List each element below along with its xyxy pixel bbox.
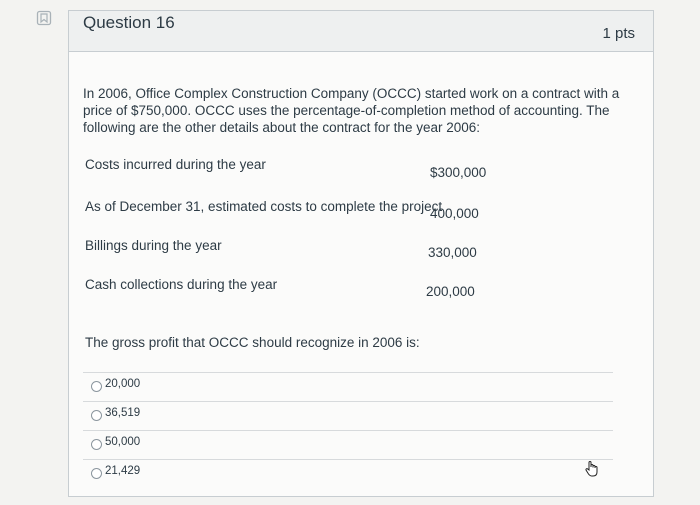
answer-option[interactable]: 50,000 xyxy=(83,430,613,460)
radio-button[interactable] xyxy=(91,381,102,392)
question-title: Question 16 xyxy=(83,13,175,32)
radio-button[interactable] xyxy=(91,439,102,450)
detail-label-costs: Costs incurred during the year xyxy=(85,157,266,172)
answer-label: 50,000 xyxy=(105,436,141,448)
question-prompt: The gross profit that OCCC should recogn… xyxy=(85,335,420,350)
answer-label: 36,519 xyxy=(105,407,141,419)
radio-button[interactable] xyxy=(91,468,102,479)
answer-label: 20,000 xyxy=(105,378,141,390)
question-card: Question 16 1 pts In 2006, Office Comple… xyxy=(68,10,654,497)
detail-value-costs: $300,000 xyxy=(430,165,487,180)
answer-label: 21,429 xyxy=(105,465,141,477)
detail-value-estimated-costs: 400,000 xyxy=(430,206,479,221)
question-points: 1 pts xyxy=(602,25,635,42)
detail-value-cash-collections: 200,000 xyxy=(426,284,475,299)
question-intro: In 2006, Office Complex Construction Com… xyxy=(83,86,620,135)
bookmark-flag-icon[interactable] xyxy=(36,10,52,26)
detail-label-cash-collections: Cash collections during the year xyxy=(85,277,278,292)
question-header: Question 16 1 pts xyxy=(69,11,653,52)
hand-pointer-icon xyxy=(585,461,598,477)
detail-label-estimated-costs: As of December 31, estimated costs to co… xyxy=(85,199,443,214)
detail-value-billings: 330,000 xyxy=(428,245,477,260)
answer-option[interactable]: 36,519 xyxy=(83,401,613,431)
answer-option[interactable]: 21,429 xyxy=(83,459,613,489)
radio-button[interactable] xyxy=(91,410,102,421)
detail-label-billings: Billings during the year xyxy=(85,238,222,253)
answer-option[interactable]: 20,000 xyxy=(83,372,613,402)
quiz-page: Question 16 1 pts In 2006, Office Comple… xyxy=(0,0,700,505)
